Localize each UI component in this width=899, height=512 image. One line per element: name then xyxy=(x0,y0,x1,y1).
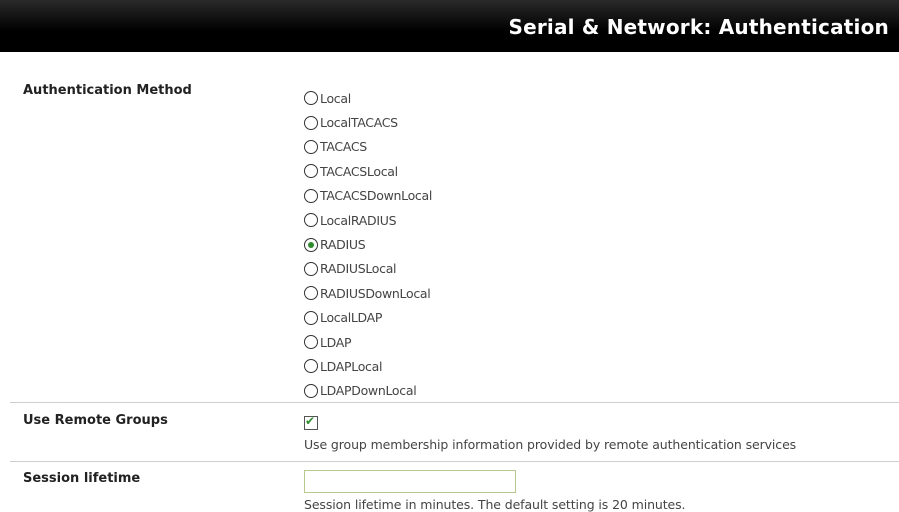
auth-method-option[interactable]: RADIUSLocal xyxy=(304,257,432,281)
auth-method-option[interactable]: LDAPDownLocal xyxy=(304,379,432,403)
radio-unchecked-icon[interactable] xyxy=(304,261,318,276)
auth-method-option[interactable]: TACACSLocal xyxy=(304,159,432,183)
radio-unchecked-icon[interactable] xyxy=(304,188,318,203)
auth-method-option-label: TACACS xyxy=(320,139,367,155)
auth-method-option-label: LDAPLocal xyxy=(320,358,383,374)
radio-unchecked-icon[interactable] xyxy=(304,359,318,374)
divider xyxy=(10,402,899,403)
auth-method-option-label: RADIUSLocal xyxy=(320,261,397,277)
session-lifetime-input[interactable] xyxy=(304,470,516,493)
radio-unchecked-icon[interactable] xyxy=(304,286,318,301)
auth-method-option[interactable]: TACACS xyxy=(304,135,432,159)
auth-method-option[interactable]: RADIUS xyxy=(304,232,432,256)
auth-method-radio-group: Local LocalTACACS TACACS TACACSLocal TACACSD… xyxy=(304,86,432,403)
remote-groups-checkbox[interactable]: ✔ xyxy=(304,414,318,430)
auth-method-option-label: LocalLDAP xyxy=(320,310,383,326)
auth-method-option-label: LocalRADIUS xyxy=(320,212,397,228)
auth-method-option[interactable]: LocalTACACS xyxy=(304,110,432,134)
radio-unchecked-icon[interactable] xyxy=(304,335,318,350)
auth-method-option-label: LDAPDownLocal xyxy=(320,383,417,399)
auth-method-option-label: Local xyxy=(320,90,351,106)
auth-method-option[interactable]: TACACSDownLocal xyxy=(304,184,432,208)
auth-method-option-label: LocalTACACS xyxy=(320,115,398,131)
radio-unchecked-icon[interactable] xyxy=(304,310,318,325)
auth-method-option-label: TACACSLocal xyxy=(320,163,398,179)
auth-method-option-label: RADIUSDownLocal xyxy=(320,285,431,301)
divider xyxy=(10,461,899,462)
auth-method-label: Authentication Method xyxy=(23,83,192,98)
checkmark-icon: ✔ xyxy=(305,414,316,428)
remote-groups-help: Use group membership information provide… xyxy=(304,437,797,452)
auth-method-option[interactable]: Local xyxy=(304,86,432,110)
auth-method-option[interactable]: LDAPLocal xyxy=(304,354,432,378)
radio-unchecked-icon[interactable] xyxy=(304,213,318,228)
auth-method-option-label: LDAP xyxy=(320,334,352,350)
auth-method-option-label: TACACSDownLocal xyxy=(320,188,433,204)
auth-method-option-label: RADIUS xyxy=(320,237,366,253)
radio-unchecked-icon[interactable] xyxy=(304,383,318,398)
page-header: Serial & Network: Authentication xyxy=(0,0,899,52)
session-lifetime-label: Session lifetime xyxy=(23,471,141,486)
auth-method-option[interactable]: RADIUSDownLocal xyxy=(304,281,432,305)
session-lifetime-help: Session lifetime in minutes. The default… xyxy=(304,497,686,512)
radio-unchecked-icon[interactable] xyxy=(304,139,318,154)
radio-unchecked-icon[interactable] xyxy=(304,115,318,130)
auth-method-option[interactable]: LocalRADIUS xyxy=(304,208,432,232)
page-title: Serial & Network: Authentication xyxy=(508,15,889,39)
radio-checked-icon[interactable] xyxy=(304,237,318,252)
auth-method-option[interactable]: LocalLDAP xyxy=(304,306,432,330)
remote-groups-label: Use Remote Groups xyxy=(23,413,168,428)
auth-method-option[interactable]: LDAP xyxy=(304,330,432,354)
radio-unchecked-icon[interactable] xyxy=(304,91,318,106)
radio-unchecked-icon[interactable] xyxy=(304,164,318,179)
